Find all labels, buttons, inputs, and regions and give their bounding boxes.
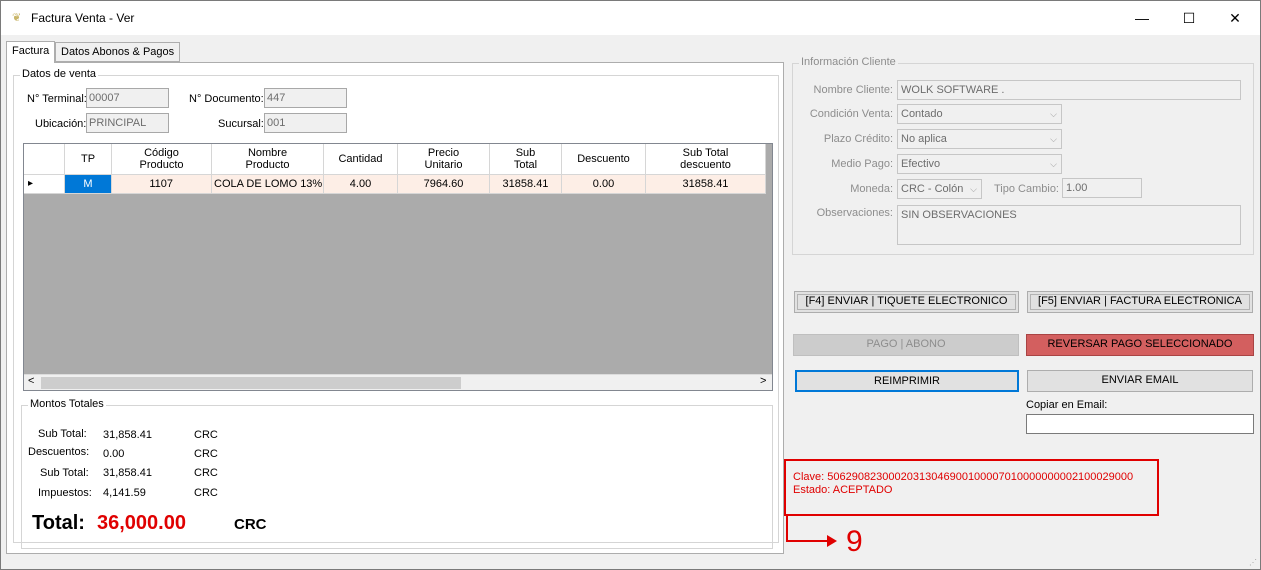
row-indicator-icon: ▸ <box>24 175 65 194</box>
enviar-tiquete-label: [F4] ENVIAR | TIQUETE ELECTRONICO <box>805 295 1008 307</box>
medio-pago-value: Efectivo <box>901 158 941 170</box>
observaciones-label: Observaciones: <box>816 207 893 219</box>
chevron-down-icon: ⌵ <box>1050 134 1057 144</box>
annotation-number: 9 <box>846 525 863 558</box>
close-button[interactable]: ✕ <box>1212 1 1258 35</box>
column-header-tp[interactable]: TP <box>65 144 112 175</box>
montos-label-impuestos: Impuestos: <box>38 487 92 499</box>
tab-datos-abonos-pagos[interactable]: Datos Abonos & Pagos <box>55 42 181 62</box>
grid-row-header-corner <box>24 144 65 175</box>
documento-field[interactable]: 447 <box>264 88 347 108</box>
condicion-venta-label: Condición Venta: <box>809 108 893 120</box>
observaciones-field[interactable]: SIN OBSERVACIONES <box>897 205 1241 245</box>
total-label: Total: <box>32 512 85 534</box>
scroll-thumb[interactable] <box>41 377 461 389</box>
nombre-cliente-field[interactable]: WOLK SOFTWARE . <box>897 80 1241 100</box>
sucursal-label: Sucursal: <box>218 118 264 130</box>
pago-abono-button[interactable]: PAGO | ABONO <box>793 334 1019 356</box>
app-icon: ❦ <box>12 12 22 24</box>
cell-precio[interactable]: 7964.60 <box>398 175 490 194</box>
resize-grip-icon[interactable]: ⋰ <box>1249 558 1257 567</box>
montos-currency-subtotal: CRC <box>194 429 218 441</box>
tab-factura[interactable]: Factura <box>6 41 56 63</box>
chevron-down-icon: ⌵ <box>1050 109 1057 119</box>
column-header-subtotal[interactable]: Sub Total <box>490 144 562 175</box>
chevron-down-icon: ⌵ <box>1050 159 1057 169</box>
informacion-cliente-title: Información Cliente <box>799 56 898 68</box>
cell-nombre[interactable]: COLA DE LOMO 13% <box>212 175 324 194</box>
column-header-nombre[interactable]: Nombre Producto <box>212 144 324 175</box>
column-header-subtotal-descuento[interactable]: Sub Total descuento <box>646 144 766 175</box>
scroll-right-icon[interactable]: > <box>760 375 766 387</box>
clave-text: Clave: 506290823000203130469001000070100… <box>793 471 1134 483</box>
montos-value-subtotal: 31,858.41 <box>103 429 152 441</box>
ubicacion-label: Ubicación: <box>35 118 87 130</box>
estado-text: Estado: ACEPTADO <box>793 484 893 496</box>
column-header-precio[interactable]: Precio Unitario <box>398 144 490 175</box>
title-bar: ❦ Factura Venta - Ver — ☐ ✕ <box>1 1 1260 35</box>
condicion-venta-value: Contado <box>901 108 943 120</box>
minimize-button[interactable]: — <box>1119 1 1165 35</box>
moneda-label: Moneda: <box>850 183 893 195</box>
montos-value-impuestos: 4,141.59 <box>103 487 146 499</box>
total-currency: CRC <box>234 516 267 533</box>
reimprimir-button[interactable]: REIMPRIMIR <box>795 370 1019 392</box>
cell-codigo[interactable]: 1107 <box>112 175 212 194</box>
enviar-factura-button[interactable]: [F5] ENVIAR | FACTURA ELECTRONICA <box>1027 291 1253 313</box>
documento-label: N° Documento: <box>189 93 264 105</box>
column-header-cantidad[interactable]: Cantidad <box>324 144 398 175</box>
montos-totales-title: Montos Totales <box>28 398 106 410</box>
table-row[interactable]: ▸ M 1107 COLA DE LOMO 13% 4.00 7964.60 3… <box>24 175 766 194</box>
montos-currency-descuentos: CRC <box>194 448 218 460</box>
arrow-right-icon <box>827 535 837 547</box>
tipo-cambio-field[interactable]: 1.00 <box>1062 178 1142 198</box>
montos-label-subtotal-2: Sub Total: <box>40 467 89 479</box>
cell-cantidad[interactable]: 4.00 <box>324 175 398 194</box>
moneda-select[interactable]: CRC - Colón ⌵ <box>897 179 982 199</box>
terminal-field[interactable]: 00007 <box>86 88 169 108</box>
datos-venta-title: Datos de venta <box>20 68 98 80</box>
column-header-codigo[interactable]: Código Producto <box>112 144 212 175</box>
cell-descuento[interactable]: 0.00 <box>562 175 646 194</box>
condicion-venta-select[interactable]: Contado ⌵ <box>897 104 1062 124</box>
montos-currency-impuestos: CRC <box>194 487 218 499</box>
tipo-cambio-label: Tipo Cambio: <box>993 183 1059 195</box>
plazo-credito-label: Plazo Crédito: <box>823 133 893 145</box>
scroll-left-icon[interactable]: < <box>28 375 34 387</box>
column-header-descuento[interactable]: Descuento <box>562 144 646 175</box>
terminal-label: N° Terminal: <box>27 93 87 105</box>
montos-value-subtotal-2: 31,858.41 <box>103 467 152 479</box>
copiar-email-input[interactable] <box>1026 414 1254 434</box>
medio-pago-select[interactable]: Efectivo ⌵ <box>897 154 1062 174</box>
cell-subtotal[interactable]: 31858.41 <box>490 175 562 194</box>
grid-header: TP Código Producto Nombre Producto Canti… <box>24 144 766 175</box>
maximize-button[interactable]: ☐ <box>1166 1 1212 35</box>
moneda-value: CRC - Colón <box>901 183 964 195</box>
annotation-arrow-line <box>786 516 788 541</box>
plazo-credito-value: No aplica <box>901 133 947 145</box>
factura-window: ❦ Factura Venta - Ver — ☐ ✕ Factura Dato… <box>0 0 1261 570</box>
window-title: Factura Venta - Ver <box>31 11 135 25</box>
montos-label-descuentos: Descuentos: <box>28 446 90 458</box>
cell-subtotal-descuento[interactable]: 31858.41 <box>646 175 766 194</box>
annotation-arrow-line <box>786 540 830 542</box>
plazo-credito-select[interactable]: No aplica ⌵ <box>897 129 1062 149</box>
enviar-tiquete-button[interactable]: [F4] ENVIAR | TIQUETE ELECTRONICO <box>794 291 1019 313</box>
montos-currency-subtotal-2: CRC <box>194 467 218 479</box>
medio-pago-label: Medio Pago: <box>831 158 893 170</box>
detalle-grid[interactable]: TP Código Producto Nombre Producto Canti… <box>23 143 773 391</box>
enviar-email-button[interactable]: ENVIAR EMAIL <box>1027 370 1253 392</box>
enviar-factura-label: [F5] ENVIAR | FACTURA ELECTRONICA <box>1038 295 1242 307</box>
nombre-cliente-label: Nombre Cliente: <box>813 84 893 96</box>
chevron-down-icon: ⌵ <box>970 184 977 194</box>
montos-label-subtotal: Sub Total: <box>38 428 87 440</box>
cell-tp[interactable]: M <box>65 175 112 194</box>
copiar-email-label: Copiar en Email: <box>1026 399 1108 411</box>
ubicacion-field[interactable]: PRINCIPAL <box>86 113 169 133</box>
sucursal-field[interactable]: 001 <box>264 113 347 133</box>
total-value: 36,000.00 <box>97 512 186 534</box>
montos-value-descuentos: 0.00 <box>103 448 125 460</box>
horizontal-scrollbar[interactable]: < > <box>24 374 772 390</box>
reversar-pago-button[interactable]: REVERSAR PAGO SELECCIONADO <box>1026 334 1254 356</box>
